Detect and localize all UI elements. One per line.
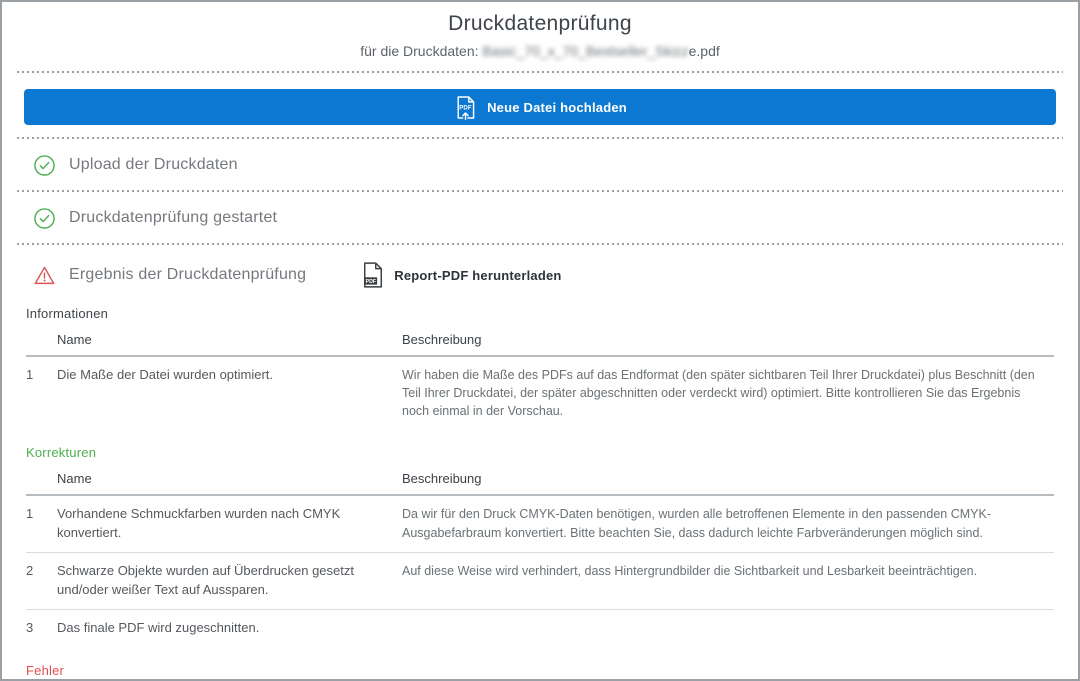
row-name: Die Maße der Datei wurden optimiert. xyxy=(57,357,402,429)
pdf-upload-icon: PDF xyxy=(453,95,477,119)
korrekturen-table: Name Beschreibung 1 Vorhandene Schmuckfa… xyxy=(26,464,1054,646)
informationen-group: Informationen Name Beschreibung 1 Die Ma… xyxy=(26,306,1054,429)
warning-triangle-icon xyxy=(32,263,56,287)
fehler-group: Fehler Name Beschreibung 1 Anschnitt feh… xyxy=(26,663,1054,681)
fehler-title: Fehler xyxy=(26,663,1054,678)
svg-text:PDF: PDF xyxy=(366,279,377,285)
filename-suffix: e.pdf xyxy=(689,43,720,59)
page-title: Druckdatenprüfung xyxy=(2,12,1078,36)
column-header-number xyxy=(26,325,57,357)
result-label: Ergebnis der Druckdatenprüfung xyxy=(69,266,306,284)
informationen-table: Name Beschreibung 1 Die Maße der Datei w… xyxy=(26,325,1054,429)
step-check-started-label: Druckdatenprüfung gestartet xyxy=(69,209,277,227)
step-check-started: Druckdatenprüfung gestartet xyxy=(2,192,1078,231)
row-name: Vorhandene Schmuckfarben wurden nach CMY… xyxy=(57,496,402,552)
row-number: 1 xyxy=(26,357,57,429)
upload-new-file-button[interactable]: PDF Neue Datei hochladen xyxy=(24,89,1056,125)
page-subtitle: für die Druckdaten: Basic_70_x_70_Bestse… xyxy=(2,43,1078,59)
row-name: Schwarze Objekte wurden auf Überdrucken … xyxy=(57,552,402,609)
page-header: Druckdatenprüfung für die Druckdaten: Ba… xyxy=(2,2,1078,59)
step-upload: Upload der Druckdaten xyxy=(2,139,1078,178)
upload-button-label: Neue Datei hochladen xyxy=(487,100,627,115)
row-description xyxy=(402,609,1054,647)
download-report-pdf-button[interactable]: PDF Report-PDF herunterladen xyxy=(361,263,561,287)
row-name: Das finale PDF wird zugeschnitten. xyxy=(57,609,402,647)
step-upload-label: Upload der Druckdaten xyxy=(69,156,238,174)
row-description: Da wir für den Druck CMYK-Daten benötige… xyxy=(402,496,1054,552)
row-number: 1 xyxy=(26,496,57,552)
pdf-file-icon: PDF xyxy=(361,263,385,287)
korrekturen-group: Korrekturen Name Beschreibung 1 Vorhande… xyxy=(26,445,1054,646)
row-description: Wir haben die Maße des PDFs auf das Endf… xyxy=(402,357,1054,429)
column-header-number xyxy=(26,464,57,496)
column-header-name: Name xyxy=(57,325,402,357)
column-header-description: Beschreibung xyxy=(402,325,1054,357)
download-report-label: Report-PDF herunterladen xyxy=(394,268,561,283)
result-section-header: Ergebnis der Druckdatenprüfung PDF Repor… xyxy=(2,245,1078,290)
row-description: Auf diese Weise wird verhindert, dass Hi… xyxy=(402,552,1054,609)
row-number: 3 xyxy=(26,609,57,647)
korrekturen-title: Korrekturen xyxy=(26,445,1054,460)
check-circle-icon xyxy=(32,153,56,177)
check-circle-icon xyxy=(32,206,56,230)
filename-redacted: Basic_70_x_70_Bestseller_Skizz xyxy=(482,43,688,59)
subtitle-prefix: für die Druckdaten: xyxy=(360,43,482,59)
row-number: 2 xyxy=(26,552,57,609)
informationen-title: Informationen xyxy=(26,306,1054,321)
divider xyxy=(17,71,1063,73)
column-header-name: Name xyxy=(57,464,402,496)
column-header-description: Beschreibung xyxy=(402,464,1054,496)
svg-text:PDF: PDF xyxy=(459,105,472,111)
druckdatenpruefung-panel: Druckdatenprüfung für die Druckdaten: Ba… xyxy=(0,0,1080,681)
